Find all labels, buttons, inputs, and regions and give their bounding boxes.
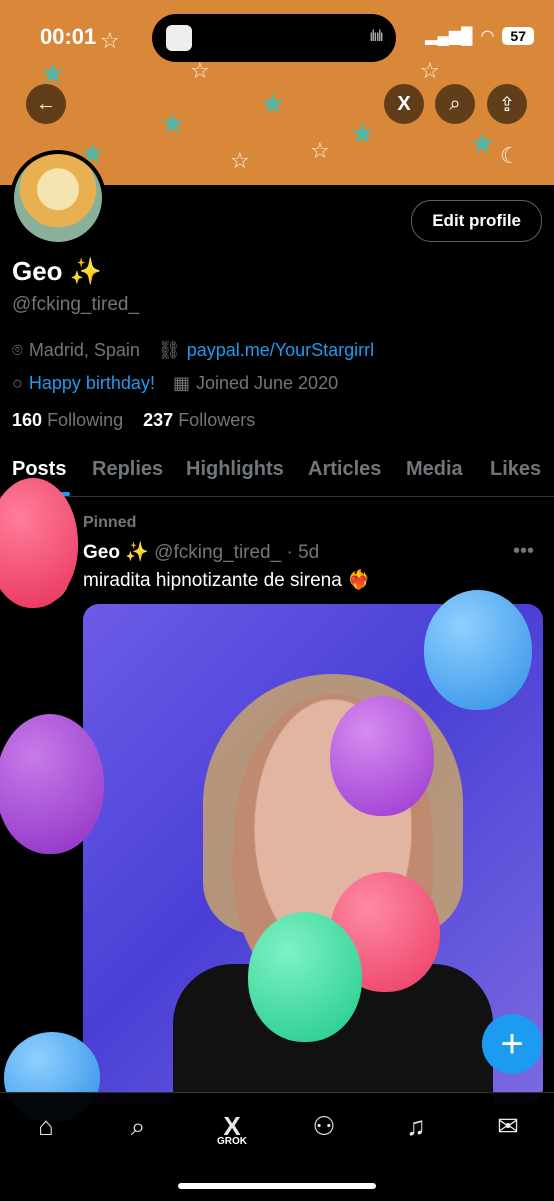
joined-item: ▦ Joined June 2020: [173, 373, 338, 394]
nav-communities[interactable]: ⚇: [304, 1111, 344, 1151]
balloon-decoration: [0, 714, 104, 854]
share-button[interactable]: ⇪: [487, 84, 527, 124]
balloon-decoration: [424, 590, 532, 710]
location-pin-icon: ⌾: [12, 340, 23, 360]
post-handle-time: @fcking_tired_ · 5d: [154, 542, 320, 563]
pinned-label: Pinned: [83, 514, 136, 532]
joined-text: Joined June 2020: [195, 373, 339, 393]
birthday-text[interactable]: Happy birthday!: [29, 373, 155, 393]
moon-decoration: ☾: [500, 143, 520, 168]
arrow-left-icon: ←: [36, 92, 56, 115]
search-icon: ⌕: [449, 92, 461, 115]
followers-label: Followers: [178, 410, 256, 430]
battery-indicator: 57: [502, 27, 534, 45]
tab-highlights[interactable]: Highlights: [186, 458, 284, 481]
website-link[interactable]: paypal.me/YourStargirrl: [187, 340, 374, 360]
location-item: ⌾ Madrid, Spain: [12, 340, 140, 361]
compose-button[interactable]: +: [482, 1014, 542, 1074]
audio-wave-icon: ılıılı: [369, 28, 384, 45]
grok-button[interactable]: X: [384, 84, 424, 124]
star-decoration: ☆: [310, 138, 330, 163]
tab-likes[interactable]: Likes: [490, 458, 541, 481]
post-text: miradita hipnotizante de sirena ❤️‍🔥: [83, 570, 371, 591]
tab-posts[interactable]: Posts: [12, 458, 66, 481]
following-label: Following: [47, 410, 124, 430]
home-icon: ⌂: [38, 1111, 54, 1141]
follow-counts: 160 Following 237 Followers: [12, 410, 255, 431]
balloon-decoration: [330, 696, 434, 816]
post-author[interactable]: Geo ✨: [83, 542, 149, 563]
star-decoration: ★: [470, 128, 496, 159]
grok-icon: X: [397, 92, 411, 115]
profile-meta-row-2: ○ Happy birthday! ▦ Joined June 2020: [12, 373, 338, 394]
location-text: Madrid, Spain: [28, 340, 140, 360]
calendar-icon: ▦: [172, 373, 190, 393]
star-decoration: ★: [350, 118, 376, 149]
home-indicator: [178, 1183, 376, 1189]
nav-messages[interactable]: ✉: [488, 1111, 528, 1151]
more-options-icon[interactable]: •••: [513, 540, 534, 563]
back-button[interactable]: ←: [26, 84, 66, 124]
profile-meta-row-1: ⌾ Madrid, Spain ⛓ paypal.me/YourStargirrl: [12, 340, 374, 361]
star-decoration: ☆: [230, 148, 250, 173]
balloon-icon: ○: [12, 373, 23, 393]
mail-icon: ✉: [497, 1111, 519, 1141]
share-icon: ⇪: [498, 93, 516, 116]
following-count: 160: [12, 410, 43, 430]
nav-notifications[interactable]: ♫: [396, 1111, 436, 1151]
tab-media[interactable]: Media: [406, 458, 463, 481]
clock: 00:01: [40, 24, 97, 49]
people-icon: ⚇: [312, 1111, 336, 1141]
nav-home[interactable]: ⌂: [26, 1111, 66, 1151]
website-item[interactable]: ⛓ paypal.me/YourStargirrl: [158, 340, 374, 361]
search-icon: ⌕: [130, 1111, 146, 1141]
star-decoration: ★: [260, 88, 286, 119]
followers-count: 237: [143, 410, 174, 430]
edit-profile-button[interactable]: Edit profile: [411, 200, 542, 242]
now-playing-app-icon: [166, 25, 192, 51]
bell-icon: ♫: [406, 1111, 426, 1141]
pinned-text: Pinned: [83, 514, 137, 531]
nav-search[interactable]: ⌕: [118, 1111, 158, 1151]
dynamic-island[interactable]: ılıılı: [152, 14, 396, 62]
plus-icon: +: [500, 1021, 524, 1066]
post-header: Geo ✨ @fcking_tired_ · 5d: [83, 540, 319, 564]
wifi-icon: ◠: [480, 28, 495, 45]
tab-replies[interactable]: Replies: [92, 458, 163, 481]
system-indicators: ▂▄▆█ ◠ 57: [425, 26, 534, 46]
tab-articles[interactable]: Articles: [308, 458, 381, 481]
profile-tabs: Posts Replies Highlights Articles Media …: [0, 448, 554, 497]
grok-label: GROK: [217, 1136, 247, 1147]
birthday-item[interactable]: ○ Happy birthday!: [12, 373, 155, 394]
profile-avatar[interactable]: [10, 150, 106, 246]
star-decoration: ★: [160, 108, 186, 139]
following-link[interactable]: 160 Following: [12, 410, 123, 430]
signal-icon: ▂▄▆█: [425, 28, 473, 45]
profile-handle: @fcking_tired_: [12, 294, 140, 315]
profile-name: Geo ✨: [12, 256, 103, 286]
search-button[interactable]: ⌕: [435, 84, 475, 124]
link-icon: ⛓: [157, 340, 181, 360]
status-bar: 00:01 ılıılı ▂▄▆█ ◠ 57: [0, 0, 554, 76]
balloon-decoration: [248, 912, 362, 1042]
followers-link[interactable]: 237 Followers: [143, 410, 255, 430]
